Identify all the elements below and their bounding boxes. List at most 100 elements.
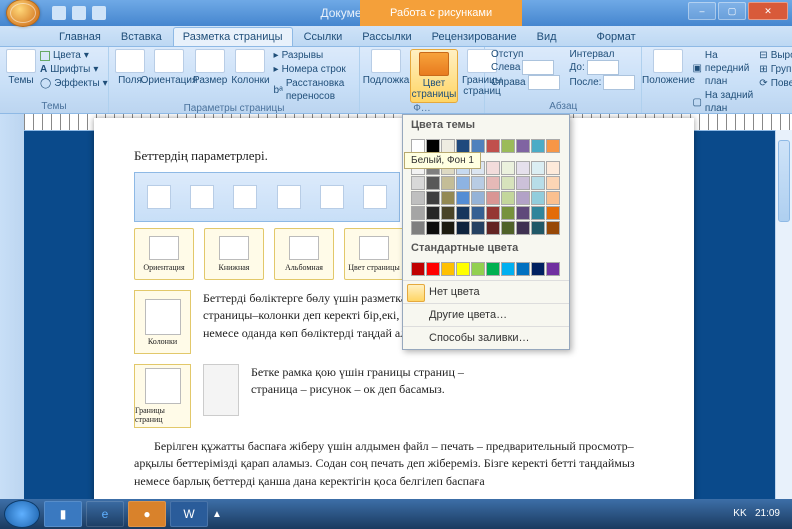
theme-fonts-button[interactable]: AШрифты▾ xyxy=(40,63,108,76)
color-swatch[interactable] xyxy=(546,176,560,190)
save-icon[interactable] xyxy=(52,6,66,20)
maximize-button[interactable]: ▢ xyxy=(718,2,746,20)
color-swatch[interactable] xyxy=(426,139,440,153)
color-swatch[interactable] xyxy=(471,206,485,220)
themes-button[interactable]: Темы xyxy=(6,49,36,86)
tab-home[interactable]: Главная xyxy=(50,28,110,46)
color-swatch[interactable] xyxy=(471,176,485,190)
color-swatch[interactable] xyxy=(456,191,470,205)
color-swatch[interactable] xyxy=(546,221,560,235)
no-color-item[interactable]: Нет цвета xyxy=(403,280,569,303)
color-swatch[interactable] xyxy=(441,262,455,276)
tab-page-layout[interactable]: Разметка страницы xyxy=(173,27,293,46)
spacing-after-input[interactable] xyxy=(603,75,635,90)
color-swatch[interactable] xyxy=(486,161,500,175)
tab-review[interactable]: Рецензирование xyxy=(423,28,526,46)
color-swatch[interactable] xyxy=(411,221,425,235)
color-swatch[interactable] xyxy=(501,262,515,276)
color-swatch[interactable] xyxy=(546,191,560,205)
color-swatch[interactable] xyxy=(486,176,500,190)
color-swatch[interactable] xyxy=(411,139,425,153)
color-swatch[interactable] xyxy=(441,191,455,205)
fill-effects-item[interactable]: Способы заливки… xyxy=(403,326,569,349)
color-swatch[interactable] xyxy=(426,176,440,190)
color-swatch[interactable] xyxy=(441,176,455,190)
more-colors-item[interactable]: Другие цвета… xyxy=(403,303,569,326)
color-swatch[interactable] xyxy=(426,206,440,220)
color-swatch[interactable] xyxy=(486,139,500,153)
orientation-button[interactable]: Ориентация xyxy=(149,49,189,86)
color-swatch[interactable] xyxy=(501,221,515,235)
color-swatch[interactable] xyxy=(516,176,530,190)
color-swatch[interactable] xyxy=(546,139,560,153)
color-swatch[interactable] xyxy=(501,191,515,205)
color-swatch[interactable] xyxy=(531,206,545,220)
color-swatch[interactable] xyxy=(516,161,530,175)
color-swatch[interactable] xyxy=(426,191,440,205)
tab-mailings[interactable]: Рассылки xyxy=(353,28,420,46)
group-button[interactable]: ⊞Группировать xyxy=(759,63,792,76)
taskbar-firefox-icon[interactable]: ● xyxy=(128,501,166,527)
color-swatch[interactable] xyxy=(411,176,425,190)
color-swatch[interactable] xyxy=(411,262,425,276)
watermark-button[interactable]: Подложка xyxy=(366,49,406,86)
color-swatch[interactable] xyxy=(426,262,440,276)
color-swatch[interactable] xyxy=(531,221,545,235)
undo-icon[interactable] xyxy=(72,6,86,20)
color-swatch[interactable] xyxy=(456,206,470,220)
line-numbers-button[interactable]: ▸Номера строк xyxy=(274,63,353,76)
color-swatch[interactable] xyxy=(486,191,500,205)
color-swatch[interactable] xyxy=(456,176,470,190)
color-swatch[interactable] xyxy=(456,221,470,235)
color-swatch[interactable] xyxy=(471,262,485,276)
indent-left-input[interactable] xyxy=(522,60,554,75)
columns-button[interactable]: Колонки xyxy=(231,49,269,86)
tab-format[interactable]: Формат xyxy=(588,28,645,46)
color-swatch[interactable] xyxy=(516,262,530,276)
color-swatch[interactable] xyxy=(516,221,530,235)
color-swatch[interactable] xyxy=(486,206,500,220)
send-back-button[interactable]: ▢На задний план xyxy=(692,89,755,115)
minimize-button[interactable]: – xyxy=(688,2,716,20)
spacing-before-input[interactable] xyxy=(587,60,619,75)
color-swatch[interactable] xyxy=(516,206,530,220)
taskbar-ie-icon[interactable]: e xyxy=(86,501,124,527)
color-swatch[interactable] xyxy=(531,191,545,205)
color-swatch[interactable] xyxy=(501,206,515,220)
tab-references[interactable]: Ссылки xyxy=(295,28,352,46)
color-swatch[interactable] xyxy=(456,262,470,276)
tray-flag-icon[interactable]: ▲ xyxy=(212,509,222,520)
color-swatch[interactable] xyxy=(486,262,500,276)
size-button[interactable]: Размер xyxy=(193,49,227,86)
vertical-scrollbar[interactable] xyxy=(775,130,792,508)
bring-front-button[interactable]: ▣На передний план xyxy=(692,49,755,88)
tab-insert[interactable]: Вставка xyxy=(112,28,171,46)
theme-colors-button[interactable]: Цвета▾ xyxy=(40,49,108,62)
color-swatch[interactable] xyxy=(486,221,500,235)
color-swatch[interactable] xyxy=(546,161,560,175)
page-color-button[interactable]: Цвет страницы xyxy=(410,49,458,103)
color-swatch[interactable] xyxy=(531,262,545,276)
color-swatch[interactable] xyxy=(471,191,485,205)
indent-right-input[interactable] xyxy=(528,75,560,90)
hyphenation-button[interactable]: bᵃРасстановка переносов xyxy=(274,77,353,103)
color-swatch[interactable] xyxy=(501,161,515,175)
color-swatch[interactable] xyxy=(546,262,560,276)
redo-icon[interactable] xyxy=(92,6,106,20)
color-swatch[interactable] xyxy=(531,161,545,175)
color-swatch[interactable] xyxy=(411,191,425,205)
color-swatch[interactable] xyxy=(471,139,485,153)
tray-keyboard[interactable]: KK xyxy=(733,508,746,519)
taskbar-explorer-icon[interactable]: ▮ xyxy=(44,501,82,527)
tab-view[interactable]: Вид xyxy=(528,28,566,46)
close-button[interactable]: ✕ xyxy=(748,2,788,20)
color-swatch[interactable] xyxy=(471,221,485,235)
position-button[interactable]: Положение xyxy=(648,49,688,86)
rotate-button[interactable]: ⟳Повернуть xyxy=(759,77,792,90)
color-swatch[interactable] xyxy=(501,176,515,190)
color-swatch[interactable] xyxy=(501,139,515,153)
color-swatch[interactable] xyxy=(441,221,455,235)
taskbar-word-icon[interactable]: W xyxy=(170,501,208,527)
scroll-thumb[interactable] xyxy=(778,140,790,222)
color-swatch[interactable] xyxy=(516,139,530,153)
